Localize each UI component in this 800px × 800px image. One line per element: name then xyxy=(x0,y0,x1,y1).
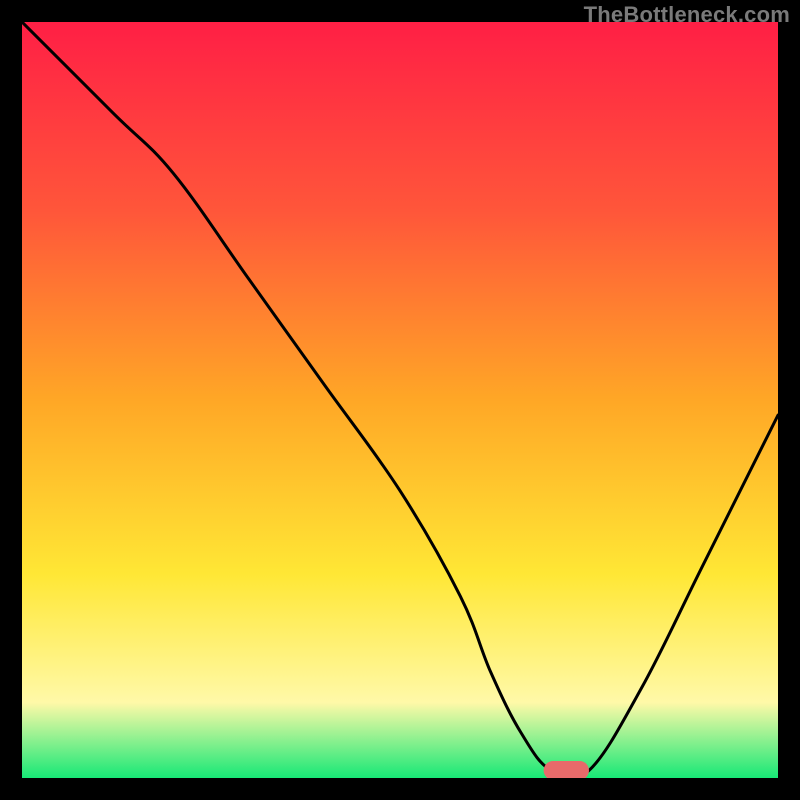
chart-svg xyxy=(22,22,778,778)
chart-optimal-marker xyxy=(544,761,589,778)
watermark-label: TheBottleneck.com xyxy=(584,2,790,28)
chart-plot-area xyxy=(22,22,778,778)
chart-stage: TheBottleneck.com xyxy=(0,0,800,800)
